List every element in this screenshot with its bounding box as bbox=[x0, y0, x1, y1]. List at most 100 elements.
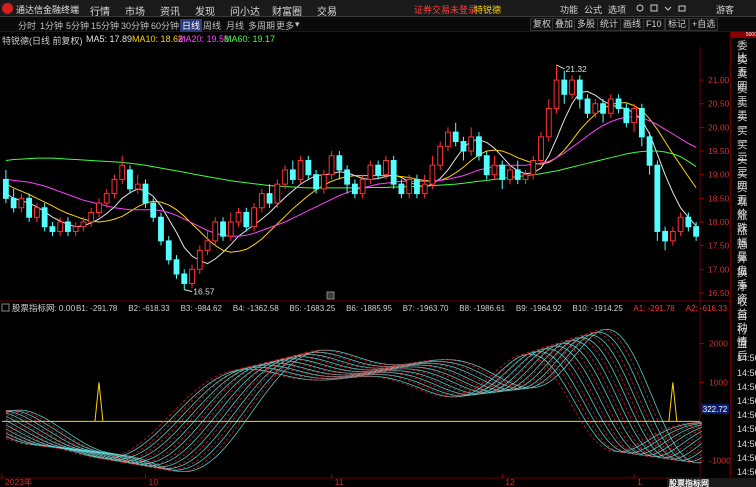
indicator-item: A1: -291.78 bbox=[633, 304, 675, 313]
candle-up bbox=[367, 164, 374, 180]
candle-up bbox=[57, 221, 64, 232]
candle-down bbox=[615, 98, 622, 109]
candle-up bbox=[204, 240, 211, 251]
quote-panel-label[interactable]: 14:56 bbox=[737, 409, 756, 421]
indicator-a-line bbox=[5, 348, 702, 462]
candle-up bbox=[538, 136, 544, 161]
quote-panel-label[interactable]: 14:56 bbox=[737, 352, 756, 364]
svg-text:股票指标网: 股票指标网 bbox=[669, 478, 709, 487]
indicator-axis-label: 2000 bbox=[709, 338, 728, 348]
indicator-menu-icon[interactable] bbox=[1, 303, 10, 312]
indicator-item: B1: -291.78 bbox=[76, 304, 118, 313]
quote-panel-label[interactable]: 14:56 bbox=[737, 367, 756, 379]
indicator-item: B7: -1963.70 bbox=[403, 304, 449, 313]
quote-side-panel: 5000 委比 卖五 卖四 卖三 卖二 卖一 买一 买二 买三 买四 买五 现价 涨跌 涨幅 总量 外盘 换手净… bbox=[730, 32, 756, 487]
candle-down bbox=[483, 155, 490, 176]
candle-up bbox=[297, 159, 304, 180]
indicator-b-line bbox=[5, 331, 703, 471]
indicator-spike bbox=[94, 382, 104, 422]
indicator-a-line bbox=[5, 351, 702, 461]
candle-down bbox=[127, 169, 133, 190]
low-price-label: 16.57 bbox=[193, 287, 215, 297]
indicator-a-line bbox=[5, 353, 702, 459]
indicator-item: A2: -616.33 bbox=[686, 304, 728, 313]
candle-up bbox=[445, 131, 451, 147]
quote-panel-label[interactable]: 14:56 bbox=[737, 452, 756, 464]
candle-up bbox=[18, 197, 25, 209]
candle-up bbox=[80, 221, 87, 228]
candle-down bbox=[514, 169, 521, 180]
candle-down bbox=[313, 174, 320, 190]
indicator-a-line bbox=[5, 328, 703, 473]
watermark-logo: 股票指标网 bbox=[667, 478, 756, 487]
candle-down bbox=[41, 207, 48, 228]
indicator-axis-label: 1000 bbox=[709, 377, 728, 387]
indicator-name: 股票指标网 bbox=[12, 303, 55, 313]
candle-down bbox=[375, 164, 382, 176]
candle-up bbox=[437, 145, 444, 166]
candle-up bbox=[111, 178, 118, 195]
candle-up bbox=[328, 155, 335, 176]
ma-line-ma10 bbox=[5, 102, 697, 253]
indicator-axis-label: -1000 bbox=[709, 455, 730, 465]
candle-up bbox=[522, 174, 529, 180]
quote-panel-label[interactable]: 14:56 bbox=[737, 395, 756, 407]
quote-panel-label[interactable]: 14:56 bbox=[737, 423, 756, 435]
candle-up bbox=[545, 107, 552, 138]
candle-up bbox=[134, 183, 141, 190]
candle-down bbox=[600, 103, 606, 114]
indicator-b-line bbox=[5, 348, 702, 462]
candle-down bbox=[499, 164, 506, 180]
candle-up bbox=[274, 183, 281, 204]
price-axis-label: 18.00 bbox=[708, 217, 730, 227]
candle-up bbox=[677, 216, 684, 232]
candle-down bbox=[654, 164, 661, 232]
candle-down bbox=[452, 131, 459, 143]
candle-up bbox=[196, 249, 203, 270]
indicator-item: B2: -618.33 bbox=[128, 304, 170, 313]
candle-down bbox=[65, 221, 71, 232]
candle-up bbox=[119, 164, 126, 180]
indicator-item: B6: -1885.95 bbox=[346, 304, 392, 313]
candle-up bbox=[33, 207, 40, 218]
candle-down bbox=[49, 226, 56, 232]
current-value-label: 322.72 bbox=[703, 405, 728, 414]
high-price-label: 21.32 bbox=[566, 64, 588, 74]
price-axis-label: 16.50 bbox=[708, 288, 730, 298]
candle-down bbox=[398, 183, 405, 195]
price-chart[interactable]: 21.00 20.50 20.00 19.50 19.00 18.50 18.00 17.50… bbox=[0, 0, 730, 487]
candle-down bbox=[289, 169, 296, 180]
candle-up bbox=[72, 226, 79, 232]
indicator-item: B10: -1914.25 bbox=[573, 304, 624, 313]
quote-panel-label[interactable]: 14:56 bbox=[737, 466, 756, 478]
candle-down bbox=[685, 216, 692, 228]
price-axis-label: 17.00 bbox=[708, 264, 730, 274]
indicator-value: : 0.00 bbox=[54, 303, 76, 313]
indicator-a-line bbox=[5, 334, 703, 470]
candle-up bbox=[631, 107, 637, 124]
indicator-b-line bbox=[5, 337, 703, 468]
indicator-b-line bbox=[5, 334, 703, 470]
quote-panel-label[interactable]: 14:56 bbox=[737, 438, 756, 450]
candle-down bbox=[638, 107, 645, 138]
panel-expand-icon[interactable] bbox=[326, 291, 335, 300]
candle-down bbox=[158, 216, 164, 242]
candle-down bbox=[460, 141, 467, 152]
candle-up bbox=[468, 136, 475, 152]
candle-up bbox=[320, 174, 327, 190]
price-axis-label: 19.00 bbox=[708, 170, 730, 180]
candle-up bbox=[530, 159, 537, 176]
indicator-a-line bbox=[5, 331, 703, 471]
price-axis-label: 18.50 bbox=[708, 193, 730, 203]
price-axis-label: 20.00 bbox=[708, 122, 730, 132]
price-axis-label: 20.50 bbox=[708, 99, 730, 109]
candle-up bbox=[103, 193, 110, 204]
candle-down bbox=[150, 202, 157, 218]
low-marker-arrow bbox=[184, 289, 193, 293]
candle-down bbox=[26, 197, 33, 218]
quote-panel-label[interactable]: 14:56 bbox=[737, 381, 756, 393]
candle-down bbox=[344, 169, 351, 185]
candle-up bbox=[569, 79, 575, 95]
candle-up bbox=[189, 268, 195, 284]
candle-up bbox=[429, 164, 436, 185]
